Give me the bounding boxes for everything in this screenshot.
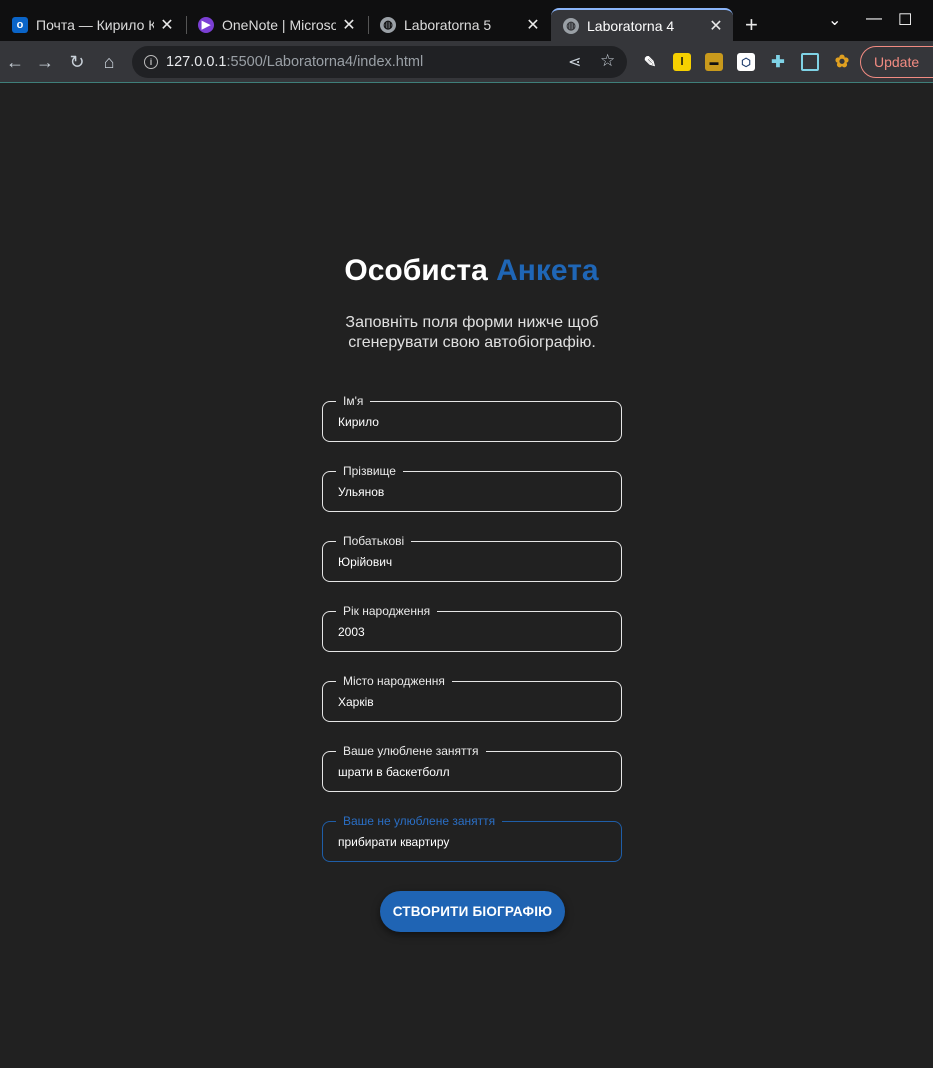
side-panel-icon[interactable] — [801, 53, 819, 71]
tab-onenote[interactable]: ▶ OneNote | Microso ✕ — [186, 8, 366, 41]
forward-icon[interactable]: → — [33, 50, 57, 74]
profile-avatar[interactable]: ✿ — [833, 52, 851, 71]
close-icon[interactable]: ✕ — [160, 15, 174, 35]
outlook-icon: o — [12, 16, 28, 33]
last-name-field[interactable]: Прізвище Ульянов — [322, 463, 622, 512]
share-icon[interactable]: ⋖ — [568, 52, 581, 72]
maximize-icon[interactable]: ☐ — [898, 10, 912, 30]
home-icon[interactable]: ⌂ — [97, 50, 121, 74]
field-value: шрати в баскетболл — [338, 765, 450, 779]
site-info-icon[interactable]: i — [144, 55, 158, 69]
birth-year-field[interactable]: Рік народження 2003 — [322, 603, 622, 652]
tab-label: Почта — Кирило К — [36, 16, 154, 33]
create-biography-button[interactable]: СТВОРИТИ БІОГРАФІЮ — [380, 891, 565, 932]
tab-label: OneNote | Microso — [222, 16, 336, 33]
title-main: Особиста — [344, 254, 488, 287]
field-value: прибирати квартиру — [338, 835, 450, 849]
field-value: Харків — [338, 695, 374, 709]
globe-icon: ◍ — [380, 16, 396, 33]
field-value: Юрійович — [338, 555, 393, 569]
globe-icon: ◍ — [563, 17, 579, 34]
minimize-icon[interactable]: — — [866, 10, 882, 28]
url-path: :5500/Laboratorna4/index.html — [226, 54, 424, 70]
extension-folder-icon[interactable]: ▬ — [705, 53, 723, 71]
reload-icon[interactable]: ↻ — [65, 50, 89, 74]
update-button[interactable]: Update — [860, 46, 933, 78]
favorite-activity-field[interactable]: Ваше улюблене заняття шрати в баскетболл — [322, 743, 622, 792]
address-bar[interactable]: i 127.0.0.1 :5500/Laboratorna4/index.htm… — [132, 46, 627, 78]
tab-laboratorna-4[interactable]: ◍ Laboratorna 4 ✕ — [551, 8, 733, 41]
field-value: 2003 — [338, 625, 365, 639]
tab-label: Laboratorna 5 — [404, 16, 492, 33]
field-label: Побатькові — [336, 533, 412, 549]
new-tab-button[interactable]: + — [745, 12, 758, 38]
extension-hex-icon[interactable]: ⬡ — [737, 53, 755, 71]
eyedropper-icon[interactable]: ✎ — [641, 53, 659, 71]
page-title: Особиста Анкета — [0, 254, 933, 288]
tab-label: Laboratorna 4 — [587, 17, 675, 34]
browser-toolbar: ← → ↻ ⌂ i 127.0.0.1 :5500/Laboratorna4/i… — [0, 41, 933, 83]
tab-outlook[interactable]: o Почта — Кирило К ✕ — [0, 8, 184, 41]
disliked-activity-field[interactable]: Ваше не улюблене заняття прибирати кварт… — [322, 813, 622, 862]
close-icon[interactable]: ✕ — [709, 16, 723, 36]
url-host: 127.0.0.1 — [166, 54, 227, 70]
page-subtitle: Заповніть поля форми нижче щоб сгенерува… — [345, 314, 599, 351]
field-label: Місто народження — [336, 673, 452, 689]
extension-l-icon[interactable]: l — [673, 53, 691, 71]
field-value: Кирило — [338, 415, 379, 429]
field-label: Ваше не улюблене заняття — [336, 813, 503, 829]
title-accent: Анкета — [496, 254, 599, 287]
close-icon[interactable]: ✕ — [526, 15, 540, 35]
field-label: Ім'я — [336, 393, 371, 409]
onenote-icon: ▶ — [198, 16, 214, 33]
back-icon[interactable]: ← — [3, 50, 27, 74]
field-value: Ульянов — [338, 485, 385, 499]
patronymic-field[interactable]: Побатькові Юрійович — [322, 533, 622, 582]
extensions-puzzle-icon[interactable]: ✚ — [769, 53, 787, 71]
tab-laboratorna-5[interactable]: ◍ Laboratorna 5 ✕ — [368, 8, 550, 41]
field-label: Рік народження — [336, 603, 438, 619]
field-label: Прізвище — [336, 463, 403, 479]
birth-city-field[interactable]: Місто народження Харків — [322, 673, 622, 722]
field-label: Ваше улюблене заняття — [336, 743, 486, 759]
first-name-field[interactable]: Ім'я Кирило — [322, 393, 622, 442]
tab-search-icon[interactable]: ⌄ — [828, 10, 841, 30]
close-icon[interactable]: ✕ — [342, 15, 356, 35]
bookmark-star-icon[interactable]: ☆ — [600, 51, 615, 71]
browser-tab-strip: o Почта — Кирило К ✕ ▶ OneNote | Microso… — [0, 0, 933, 41]
